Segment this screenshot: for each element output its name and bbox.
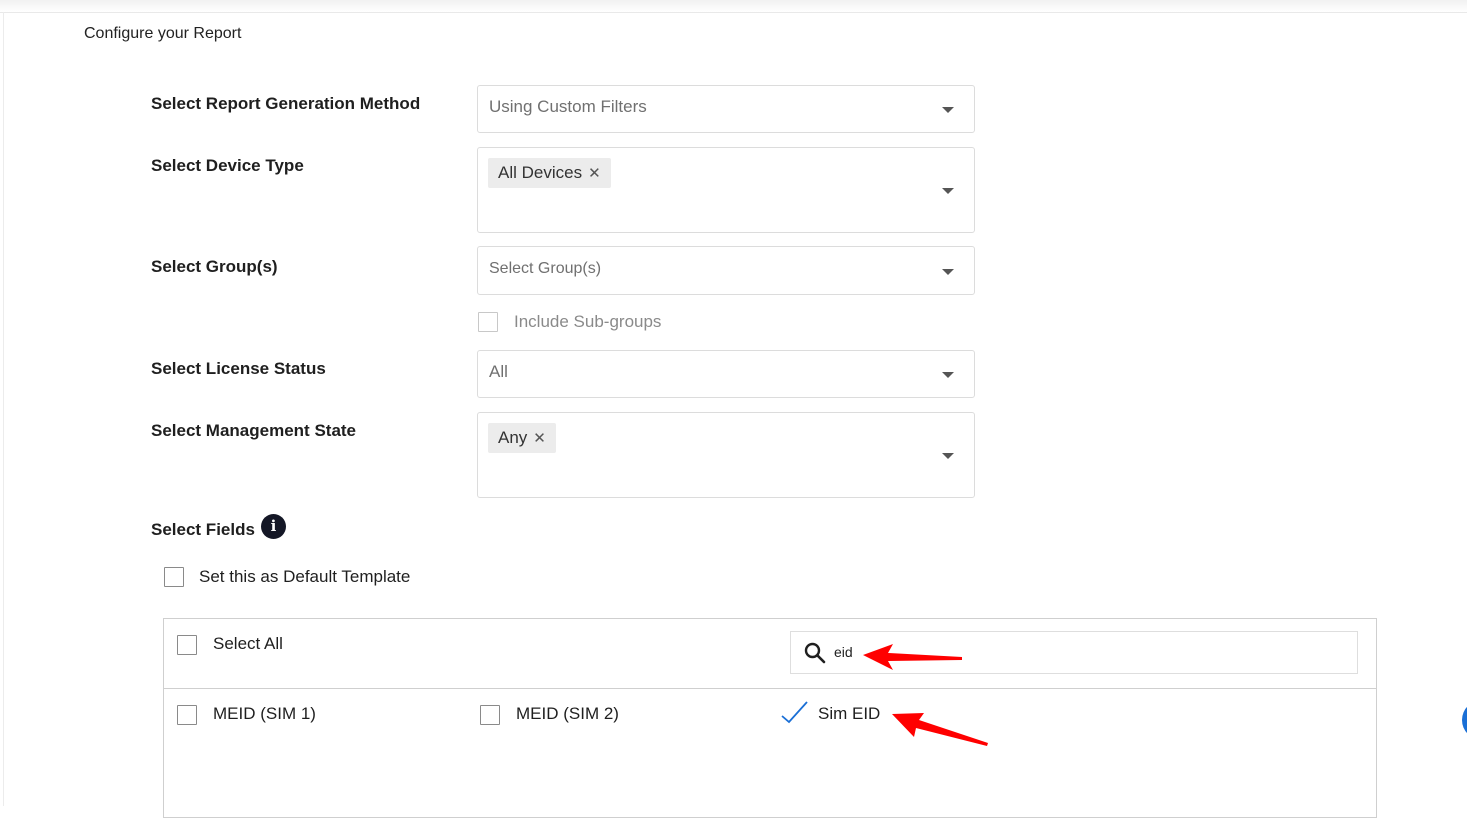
generation-method-value: Using Custom Filters <box>489 97 647 116</box>
chevron-down-icon <box>942 107 954 113</box>
annotation-arrow-icon <box>892 713 988 746</box>
info-icon[interactable]: i <box>261 514 286 539</box>
management-state-chip: Any ✕ <box>488 423 556 453</box>
chevron-down-icon <box>942 188 954 194</box>
generation-method-select[interactable]: Using Custom Filters <box>477 85 975 133</box>
groups-placeholder: Select Group(s) <box>489 260 602 277</box>
field-item-label: MEID (SIM 1) <box>213 704 316 723</box>
chip-label: All Devices <box>498 163 583 182</box>
license-status-label: Select License Status <box>151 359 326 378</box>
left-border <box>3 12 4 806</box>
device-type-chip: All Devices ✕ <box>488 158 611 188</box>
device-type-select[interactable]: All Devices ✕ <box>477 147 975 233</box>
field-item-label: MEID (SIM 2) <box>516 704 619 723</box>
top-bar-shadow <box>0 0 1467 13</box>
management-state-select[interactable]: Any ✕ <box>477 412 975 498</box>
include-subgroups-label: Include Sub-groups <box>514 312 662 331</box>
management-state-label: Select Management State <box>151 421 357 440</box>
license-status-value: All <box>489 362 508 381</box>
device-type-label: Select Device Type <box>151 156 304 175</box>
license-status-select[interactable]: All <box>477 350 975 398</box>
field-item-label: Sim EID <box>818 704 881 723</box>
chevron-down-icon <box>942 453 954 459</box>
chevron-down-icon <box>942 269 954 275</box>
groups-select[interactable]: Select Group(s) <box>477 246 975 295</box>
default-template-label: Set this as Default Template <box>199 567 411 586</box>
chevron-down-icon <box>942 372 954 378</box>
close-icon[interactable]: ✕ <box>588 164 601 182</box>
generation-method-label: Select Report Generation Method <box>151 94 421 113</box>
select-all-checkbox[interactable] <box>177 635 197 655</box>
panel-divider <box>163 688 1377 689</box>
chip-label: Any <box>498 428 528 447</box>
help-widget-button[interactable] <box>1462 700 1467 740</box>
close-icon[interactable]: ✕ <box>533 429 546 447</box>
checkmark-icon[interactable] <box>780 699 810 725</box>
default-template-checkbox[interactable] <box>164 567 184 587</box>
annotation-arrow-icon <box>863 644 962 670</box>
groups-label: Select Group(s) <box>151 257 278 276</box>
select-all-label: Select All <box>213 634 283 653</box>
search-icon <box>804 642 826 664</box>
include-subgroups-checkbox[interactable] <box>478 312 498 332</box>
field-item-checkbox[interactable] <box>177 705 197 725</box>
select-fields-label: Select Fields <box>151 520 255 539</box>
field-item-checkbox[interactable] <box>480 705 500 725</box>
page-title: Configure your Report <box>84 25 242 42</box>
field-search-value: eid <box>834 644 853 660</box>
